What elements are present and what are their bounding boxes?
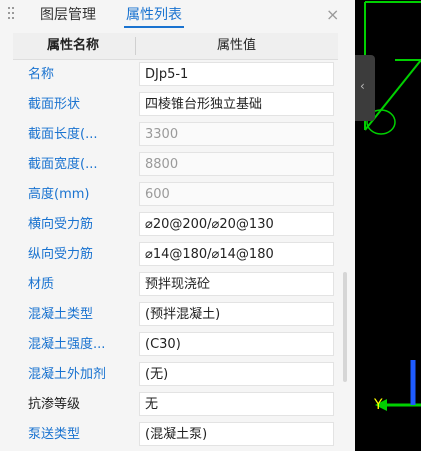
property-row[interactable]: 混凝土类型 (预拌混凝土) xyxy=(13,300,338,330)
collapse-panel-button[interactable]: ‹ xyxy=(355,55,375,121)
property-row[interactable]: 泵送类型 (混凝土泵) xyxy=(13,420,338,450)
property-name: 截面形状 xyxy=(28,97,81,112)
property-value-field[interactable]: 预拌现浇砼 xyxy=(139,272,334,296)
column-header-value: 属性值 xyxy=(216,38,256,53)
property-row[interactable]: 名称 DJp5-1 xyxy=(13,60,338,90)
property-value-field[interactable]: (预拌混凝土) xyxy=(139,302,334,326)
property-row[interactable]: 混凝土强度... (C30) xyxy=(13,330,338,360)
property-row[interactable]: 横向受力筋 ⌀20@200/⌀20@130 xyxy=(13,210,338,240)
property-name: 混凝土强度... xyxy=(28,337,106,352)
chevron-left-icon: ‹ xyxy=(360,79,365,93)
property-name: 横向受力筋 xyxy=(28,217,94,232)
property-value-field[interactable]: (混凝土泵) xyxy=(139,422,334,446)
scrollbar-thumb[interactable] xyxy=(343,272,347,382)
property-row[interactable]: 材质 预拌现浇砼 xyxy=(13,270,338,300)
property-name: 截面宽度(... xyxy=(28,157,98,172)
tab-property-list[interactable]: 属性列表 xyxy=(124,0,184,30)
property-name: 纵向受力筋 xyxy=(28,247,94,262)
property-value-field[interactable]: (C30) xyxy=(139,332,334,356)
column-header-name: 属性名称 xyxy=(46,38,99,53)
property-row[interactable]: 纵向受力筋 ⌀14@180/⌀14@180 xyxy=(13,240,338,270)
drag-handle-icon[interactable] xyxy=(8,7,14,23)
property-name: 抗渗等级 xyxy=(28,397,81,412)
property-value-field[interactable]: 四棱锥台形独立基础 xyxy=(139,92,334,116)
property-row[interactable]: 抗渗等级 无 xyxy=(13,390,338,420)
property-grid: 属性名称 属性值 名称 DJp5-1 截面形状 四棱锥台形独立基础截面长度(... 33… xyxy=(13,33,338,450)
property-name: 截面长度(... xyxy=(28,127,98,142)
property-name: 材质 xyxy=(28,277,55,292)
panel-tab-bar: 图层管理 属性列表 × xyxy=(0,0,355,30)
column-divider[interactable] xyxy=(135,37,136,55)
property-row[interactable]: 高度(mm) 600 xyxy=(13,180,338,210)
property-name: 名称 xyxy=(28,67,55,82)
property-row[interactable]: 截面长度(... 3300 xyxy=(13,120,338,150)
property-row[interactable]: 混凝土外加剂 (无) xyxy=(13,360,338,390)
property-value-field[interactable]: ⌀20@200/⌀20@130 xyxy=(139,212,334,236)
property-name: 混凝土外加剂 xyxy=(28,367,107,382)
property-value-field[interactable]: (无) xyxy=(139,362,334,386)
property-value-field[interactable]: 3300 xyxy=(139,122,334,146)
property-row[interactable]: 截面形状 四棱锥台形独立基础 xyxy=(13,90,338,120)
property-row[interactable]: 截面宽度(... 8800 xyxy=(13,150,338,180)
tab-layer-management[interactable]: 图层管理 xyxy=(38,0,98,30)
property-name: 混凝土类型 xyxy=(28,307,94,322)
property-value-field[interactable]: 8800 xyxy=(139,152,334,176)
close-icon[interactable]: × xyxy=(326,0,339,30)
property-value-field[interactable]: ⌀14@180/⌀14@180 xyxy=(139,242,334,266)
property-value-field[interactable]: 600 xyxy=(139,182,334,206)
axis-label-y: Y xyxy=(374,397,383,413)
property-grid-header: 属性名称 属性值 xyxy=(13,33,338,60)
property-value-field[interactable]: 无 xyxy=(139,392,334,416)
property-value-field[interactable]: DJp5-1 xyxy=(139,62,334,86)
property-name: 泵送类型 xyxy=(28,427,81,442)
properties-panel: 图层管理 属性列表 × 属性名称 属性值 名称 DJp5-1 截面形状 四棱锥台形独立… xyxy=(0,0,355,451)
property-name: 高度(mm) xyxy=(28,187,90,202)
